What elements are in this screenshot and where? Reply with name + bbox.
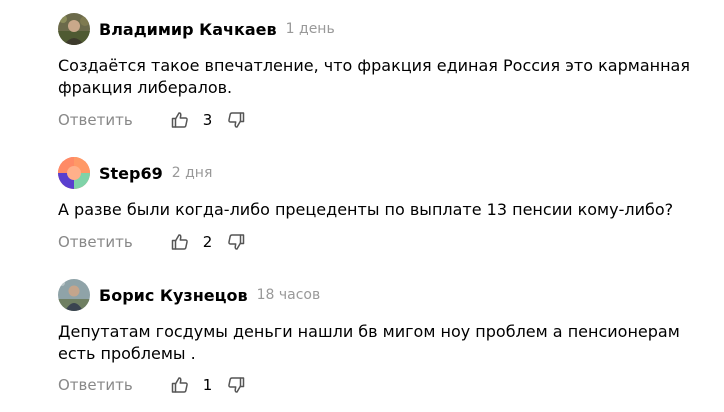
comment-text-line: фракция либералов. [58, 78, 233, 97]
comment-header: Борис Кузнецов 18 часов [58, 278, 698, 312]
author-name[interactable]: Step69 [99, 164, 163, 183]
avatar[interactable] [58, 157, 90, 189]
like-count: 2 [202, 233, 213, 251]
reply-button[interactable]: Ответить [58, 111, 133, 129]
comment-time: 18 часов [256, 287, 321, 303]
comment-header: Владимир Качкаев 1 день [58, 12, 698, 46]
comment-actions: Ответить 1 [58, 376, 698, 394]
comment: Step69 2 дня А разве были когда-либо пре… [58, 156, 698, 251]
like-button[interactable] [171, 111, 189, 129]
author-name[interactable]: Борис Кузнецов [99, 286, 248, 305]
comment-text-line: есть проблемы . [58, 344, 196, 363]
comment-text-line: Создаётся такое впечатление, что фракция… [58, 56, 690, 75]
avatar[interactable] [58, 13, 90, 45]
author-name[interactable]: Владимир Качкаев [99, 20, 277, 39]
thumbs-down-icon [227, 234, 244, 250]
comment: Борис Кузнецов 18 часов Депутатам госдум… [58, 278, 698, 394]
comment-text: Депутатам госдумы деньги нашли бв мигом … [58, 321, 698, 365]
dislike-button[interactable] [227, 111, 245, 129]
thumbs-down-icon [227, 112, 244, 128]
dislike-button[interactable] [227, 233, 245, 251]
like-button[interactable] [171, 376, 189, 394]
thumbs-down-icon [227, 377, 244, 393]
thumbs-up-icon [171, 112, 188, 128]
comment: Владимир Качкаев 1 день Создаётся такое … [58, 12, 698, 129]
like-count: 1 [202, 376, 213, 394]
comment-time: 1 день [285, 21, 335, 37]
avatar[interactable] [58, 279, 90, 311]
comment-text: Создаётся такое впечатление, что фракция… [58, 55, 698, 99]
comment-header: Step69 2 дня [58, 156, 698, 190]
like-button[interactable] [171, 233, 189, 251]
comment-text-line: Депутатам госдумы деньги нашли бв мигом … [58, 322, 680, 341]
dislike-button[interactable] [227, 376, 245, 394]
reply-button[interactable]: Ответить [58, 376, 133, 394]
comment-time: 2 дня [171, 165, 213, 181]
thumbs-up-icon [171, 234, 188, 250]
like-count: 3 [202, 111, 213, 129]
comment-actions: Ответить 2 [58, 233, 698, 251]
comment-actions: Ответить 3 [58, 111, 698, 129]
comment-text: А разве были когда-либо прецеденты по вы… [58, 199, 698, 221]
reply-button[interactable]: Ответить [58, 233, 133, 251]
comment-text-line: А разве были когда-либо прецеденты по вы… [58, 200, 674, 219]
thumbs-up-icon [171, 377, 188, 393]
